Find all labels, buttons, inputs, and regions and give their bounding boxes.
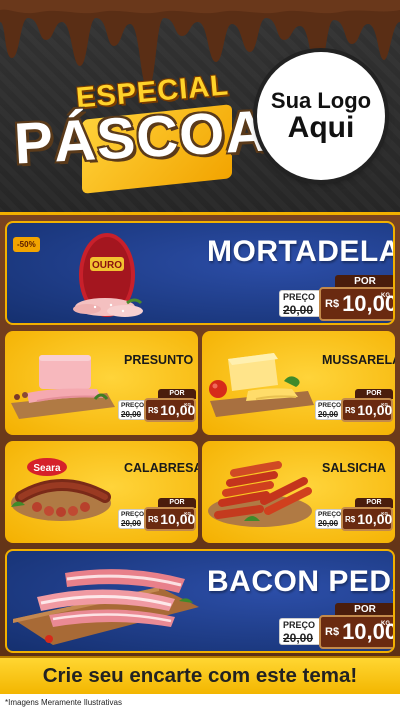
- discount-badge: -50%: [13, 237, 40, 252]
- price-tag: POR PREÇO 20,00 R$ 10,00 KG: [118, 389, 196, 423]
- new-price: R$ 10,00 KG: [144, 398, 196, 422]
- mortadela-image: OURO: [73, 233, 143, 317]
- currency: R$: [325, 298, 340, 310]
- unit: KG: [184, 402, 191, 407]
- old-price-label: PREÇO: [121, 511, 145, 518]
- logo-line-2: Aqui: [287, 110, 355, 144]
- unit: KG: [381, 293, 390, 299]
- product-name: CALABRESA: [124, 461, 198, 475]
- unit: KG: [184, 511, 191, 516]
- old-price-value: 20,00: [318, 409, 339, 419]
- logo-placeholder: Sua Logo Aqui: [257, 52, 385, 180]
- cta-text: Crie seu encarte com este tema!: [42, 664, 358, 687]
- product-name: BACON PEDAÇO: [207, 565, 393, 598]
- encarte-flyer: ESPECIAL PÁSCOA Sua Logo Aqui -50% OURO …: [0, 0, 400, 711]
- new-price: R$ 10,00 KG: [341, 398, 393, 422]
- product-card-presunto: PRESUNTO POR PREÇO 20,00 R$ 10,00 KG: [5, 331, 198, 435]
- price-tag: POR PREÇO 20,00 R$ 10,00 KG: [279, 275, 393, 323]
- product-name: MORTADELA: [207, 235, 395, 268]
- disclaimer-text: *Imagens Meramente Ilustrativas: [5, 698, 122, 707]
- product-card-bacon: BACON PEDAÇO POR PREÇO 20,00 R$ 10,00 KG: [5, 549, 395, 653]
- product-card-mussarela: MUSSARELA POR PREÇO 20,00 R$ 10,00 KG: [202, 331, 395, 435]
- old-price-label: PREÇO: [318, 511, 342, 518]
- currency: R$: [148, 405, 159, 415]
- old-price-value: 20,00: [283, 631, 314, 645]
- old-price-label: PREÇO: [121, 402, 145, 409]
- footer-disclaimer: *Imagens Meramente Ilustrativas: [0, 694, 400, 711]
- old-price-value: 20,00: [318, 518, 339, 528]
- unit: KG: [381, 511, 388, 516]
- price-tag: POR PREÇO 20,00 R$ 10,00 KG: [279, 603, 393, 651]
- old-price-value: 20,00: [121, 518, 142, 528]
- old-price-label: PREÇO: [283, 620, 316, 630]
- new-price: R$ 10,00 KG: [319, 287, 393, 321]
- bacon-image: [13, 569, 199, 645]
- product-name: MUSSARELA: [322, 353, 395, 367]
- currency: R$: [148, 514, 159, 524]
- price-tag: POR PREÇO 20,00 R$ 10,00 KG: [315, 498, 393, 532]
- product-name: PRESUNTO: [124, 353, 194, 367]
- product-name: SALSICHA: [322, 461, 386, 475]
- calabresa-brand-label: Seara: [33, 463, 61, 474]
- mortadela-brand-label: OURO: [92, 260, 122, 271]
- old-price-value: 20,00: [283, 303, 314, 317]
- mussarela-image: [209, 353, 314, 417]
- new-price: R$ 10,00 KG: [319, 615, 393, 649]
- new-price: R$ 10,00 KG: [144, 507, 196, 531]
- old-price-label: PREÇO: [318, 402, 342, 409]
- unit: KG: [381, 402, 388, 407]
- product-card-calabresa: Seara CALABRESA POR PREÇO 20,00 R$ 10,00…: [5, 441, 198, 543]
- logo-line-1: Sua Logo: [270, 87, 372, 113]
- product-card-mortadela: -50% OURO MORTADELA POR PREÇO 20,00 R$ 1…: [5, 221, 395, 325]
- salsicha-image: [208, 461, 312, 527]
- old-price: PREÇO 20,00: [279, 290, 323, 317]
- calabresa-image: Seara: [11, 458, 111, 521]
- price-tag: POR PREÇO 20,00 R$ 10,00 KG: [118, 498, 196, 532]
- old-price-value: 20,00: [121, 409, 142, 419]
- especial-pascoa-title: ESPECIAL PÁSCOA: [12, 69, 270, 194]
- currency: R$: [325, 626, 340, 638]
- new-price: R$ 10,00 KG: [341, 507, 393, 531]
- product-card-salsicha: SALSICHA POR PREÇO 20,00 R$ 10,00 KG: [202, 441, 395, 543]
- old-price-label: PREÇO: [283, 292, 316, 302]
- currency: R$: [345, 514, 356, 524]
- old-price: PREÇO 20,00: [279, 618, 323, 645]
- cta-banner: Crie seu encarte com este tema!: [0, 656, 400, 694]
- presunto-image: [11, 355, 115, 419]
- currency: R$: [345, 405, 356, 415]
- price-tag: POR PREÇO 20,00 R$ 10,00 KG: [315, 389, 393, 423]
- title-pascoa: PÁSCOA: [12, 98, 270, 177]
- unit: KG: [381, 621, 390, 627]
